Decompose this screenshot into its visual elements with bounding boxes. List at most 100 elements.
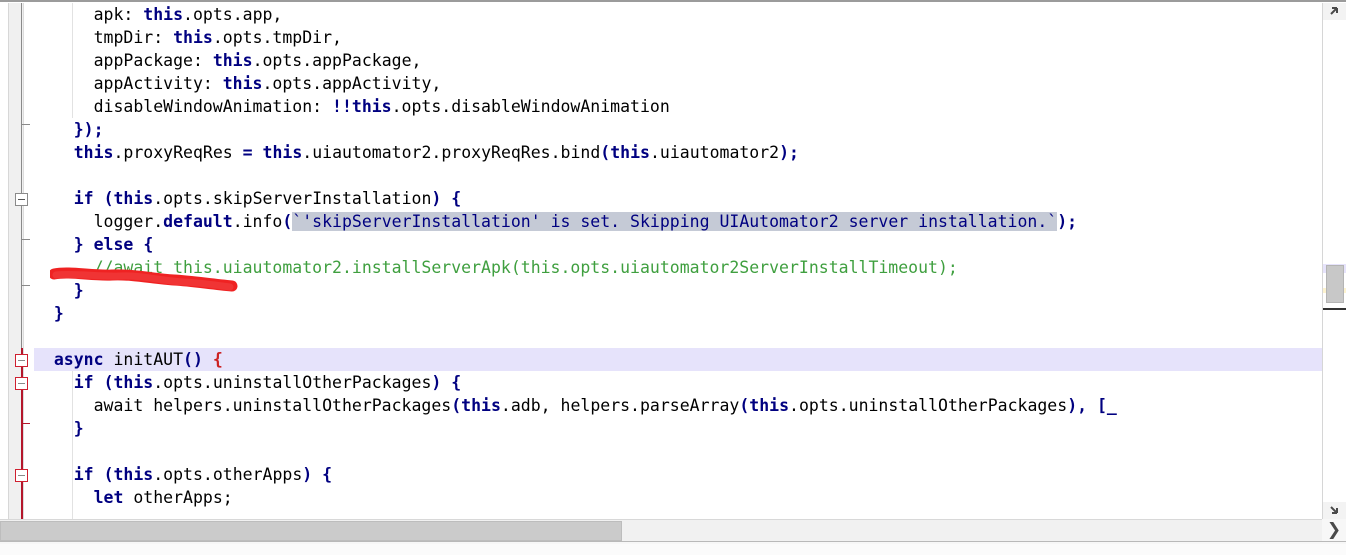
code-token: (	[103, 465, 114, 484]
code-token: (	[103, 373, 114, 392]
chevron-down-icon	[1330, 506, 1338, 514]
code-token: .opts.uninstallOtherPackages	[789, 396, 1068, 415]
code-token: .proxyReqRes	[113, 143, 243, 162]
comment-token: //await this.uiautomator2.installServerA…	[34, 258, 958, 277]
fold-collapse-toggle[interactable]	[15, 193, 28, 206]
code-line[interactable]: disableWindowAnimation: !!this.opts.disa…	[34, 95, 670, 118]
code-token: .opts.app,	[183, 5, 283, 24]
code-token: [_	[1097, 396, 1117, 415]
overview-marker-caret	[1323, 308, 1346, 310]
window-bottom-bar	[0, 541, 1346, 555]
fold-end-tick	[22, 239, 30, 240]
vertical-scrollbar-thumb[interactable]	[1326, 265, 1344, 303]
code-line[interactable]: appActivity: this.opts.appActivity,	[34, 72, 442, 95]
code-token: disableWindowAnimation:	[34, 97, 333, 116]
code-token: ),	[1067, 396, 1088, 415]
chevron-up-icon	[1330, 7, 1338, 15]
vertical-scrollbar-track[interactable]	[1323, 20, 1346, 502]
code-token: .opts.skipServerInstallation	[153, 189, 432, 208]
code-token: )	[302, 465, 313, 484]
code-token: default	[163, 212, 233, 231]
code-line[interactable]: }	[34, 302, 64, 325]
code-token: =	[242, 143, 253, 162]
code-line[interactable]: if (this.opts.uninstallOtherPackages) {	[34, 371, 461, 394]
window-bottom-bar-inner	[0, 544, 1346, 555]
code-token: this	[173, 28, 213, 47]
code-token: let	[93, 488, 124, 507]
code-line[interactable]: //await this.uiautomator2.installServerA…	[34, 256, 958, 279]
code-editor-window: apk: this.opts.app, tmpDir: this.opts.tm…	[0, 0, 1346, 555]
code-token: )	[431, 189, 442, 208]
fold-end-tick	[22, 285, 30, 286]
code-token: }	[73, 235, 84, 254]
code-line[interactable]: this.proxyReqRes = this.uiautomator2.pro…	[34, 141, 799, 164]
editor-gutter[interactable]	[0, 3, 34, 519]
code-token: this	[212, 51, 253, 70]
code-line[interactable]: }	[34, 279, 84, 302]
code-text-area[interactable]: apk: this.opts.app, tmpDir: this.opts.tm…	[34, 3, 1322, 519]
fold-collapse-toggle[interactable]	[15, 354, 28, 367]
fold-collapse-toggle[interactable]	[15, 377, 28, 390]
code-line[interactable]: let otherApps;	[34, 486, 233, 509]
code-token: else	[93, 235, 134, 254]
code-line[interactable]: }	[34, 417, 84, 440]
code-token: this	[113, 465, 154, 484]
code-token: this	[113, 189, 154, 208]
horizontal-scrollbar-thumb[interactable]	[0, 521, 622, 541]
gutter-left-edge	[0, 3, 2, 519]
code-token: .info	[232, 212, 283, 231]
vertical-scrollbar[interactable]	[1322, 3, 1346, 519]
code-token: async	[53, 350, 104, 369]
code-token: this	[73, 143, 114, 162]
code-token: this	[610, 143, 650, 162]
code-token: this	[113, 373, 154, 392]
code-token: await helpers.uninstallOtherPackages	[34, 396, 452, 415]
code-token: if	[73, 373, 94, 392]
code-token: {	[143, 235, 154, 254]
code-line[interactable]: apk: this.opts.app,	[34, 3, 283, 26]
selected-string-token: `'skipServerInstallation' is set. Skippi…	[292, 212, 1058, 231]
code-token: {	[322, 465, 333, 484]
chevron-right-icon: ❯	[1326, 519, 1342, 540]
scroll-down-arrow-icon[interactable]	[1323, 502, 1346, 519]
code-token: this	[461, 396, 501, 415]
fold-spine-modified	[21, 348, 23, 519]
code-line[interactable]: if (this.opts.skipServerInstallation) {	[34, 187, 461, 210]
code-token: (	[600, 143, 611, 162]
horizontal-scrollbar[interactable]	[0, 519, 1322, 541]
code-line[interactable]: logger.default.info(`'skipServerInstalla…	[34, 210, 1077, 233]
fold-spine	[21, 3, 22, 348]
code-token: this	[143, 5, 184, 24]
code-token: .opts.otherApps	[153, 465, 303, 484]
code-line[interactable]: appPackage: this.opts.appPackage,	[34, 49, 422, 72]
code-line[interactable]: } else {	[34, 233, 154, 256]
code-token: });	[73, 120, 104, 139]
code-token: this	[262, 143, 303, 162]
scroll-right-corner-button[interactable]: ❯	[1322, 519, 1346, 541]
code-line[interactable]: async initAUT() {	[34, 348, 223, 371]
code-token: }	[53, 304, 64, 323]
code-line[interactable]: });	[34, 118, 104, 141]
fold-collapse-toggle[interactable]	[15, 469, 28, 482]
code-token: )	[431, 373, 442, 392]
code-line[interactable]: tmpDir: this.opts.tmpDir,	[34, 26, 342, 49]
code-token: .opts.uninstallOtherPackages	[153, 373, 432, 392]
code-line[interactable]: await helpers.uninstallOtherPackages(thi…	[34, 394, 1117, 417]
scroll-up-arrow-icon[interactable]	[1323, 3, 1346, 20]
code-token: if	[73, 189, 94, 208]
code-line[interactable]: if (this.opts.otherApps) {	[34, 463, 332, 486]
